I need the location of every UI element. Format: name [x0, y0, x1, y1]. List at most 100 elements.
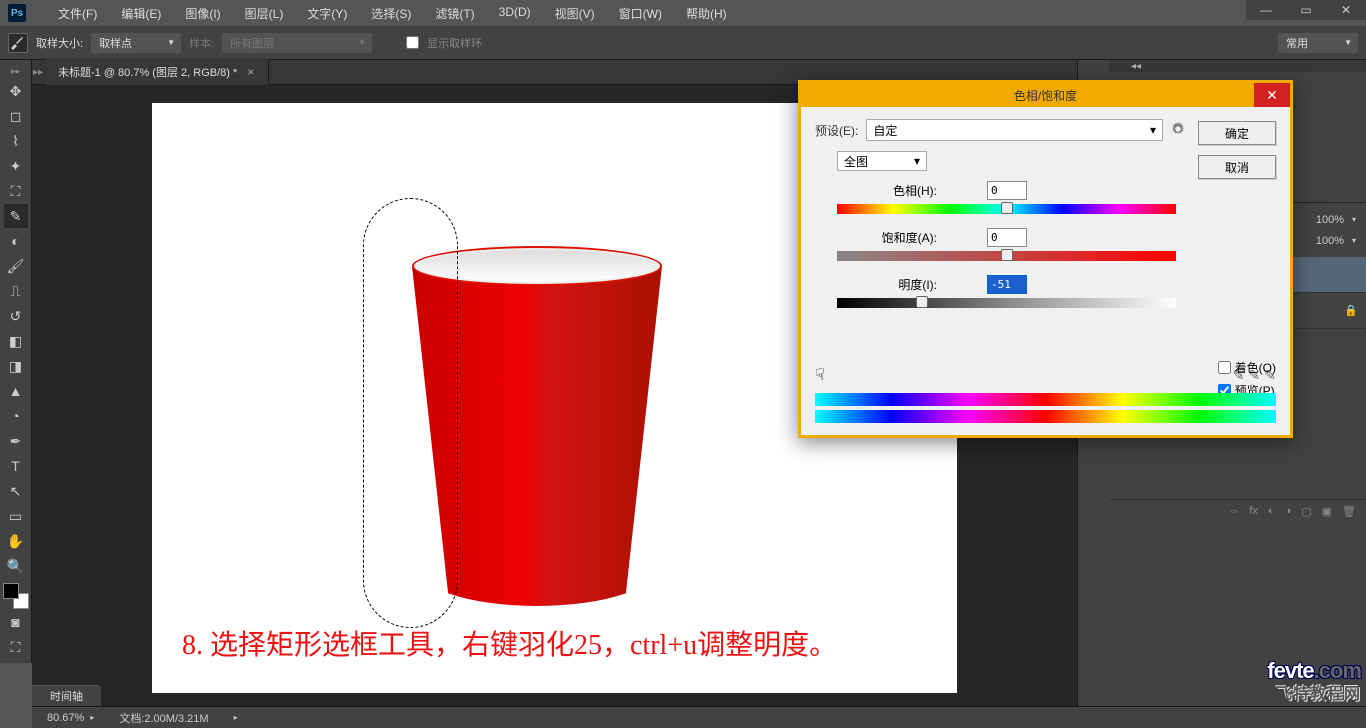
dialog-title: 色相/饱和度	[1014, 87, 1077, 104]
pen-tool[interactable]: ✒	[4, 429, 28, 453]
doc-info-chevron-icon[interactable]: ▸	[234, 713, 238, 722]
watermark: fevte.com 飞特教程网	[1267, 658, 1361, 704]
lock-icon[interactable]: 🔒	[1344, 304, 1358, 317]
eyedropper-tool-icon[interactable]	[8, 33, 28, 53]
hue-input[interactable]	[987, 181, 1027, 200]
eyedropper-tool[interactable]: ✎	[4, 204, 28, 228]
menu-3d[interactable]: 3D(D)	[487, 1, 543, 26]
dialog-title-bar[interactable]: 色相/饱和度 ✕	[801, 83, 1290, 107]
opacity-value-1[interactable]: 100%	[1304, 214, 1344, 226]
menu-help[interactable]: 帮助(H)	[674, 1, 739, 26]
colorize-text: 着色(O)	[1235, 359, 1276, 376]
preset-select[interactable]: 自定	[866, 119, 1163, 141]
link-layers-icon[interactable]: ⇔	[1228, 505, 1239, 518]
menu-select[interactable]: 选择(S)	[359, 1, 423, 26]
blur-tool[interactable]: ▲	[4, 379, 28, 403]
menu-window[interactable]: 窗口(W)	[607, 1, 674, 26]
ok-button[interactable]: 确定	[1198, 121, 1276, 145]
menu-layer[interactable]: 图层(L)	[233, 1, 296, 26]
minimize-button[interactable]: —	[1246, 0, 1286, 20]
tab-close-icon[interactable]: ×	[247, 65, 254, 79]
move-tool[interactable]: ✥	[4, 79, 28, 103]
cancel-button[interactable]: 取消	[1198, 155, 1276, 179]
hue-saturation-dialog: 色相/饱和度 ✕ 预设(E): 自定 确定 取消 全图 色相(H): 饱和度(A…	[798, 80, 1293, 438]
gradient-tool[interactable]: ◨	[4, 354, 28, 378]
menu-filter[interactable]: 滤镜(T)	[423, 1, 486, 26]
document-tab-title: 未标题-1 @ 80.7% (图层 2, RGB/8) *	[58, 64, 237, 80]
saturation-slider[interactable]	[837, 251, 1176, 261]
show-sample-ring-checkbox[interactable]	[406, 36, 419, 49]
document-tab[interactable]: 未标题-1 @ 80.7% (图层 2, RGB/8) * ×	[46, 59, 269, 85]
menu-type[interactable]: 文字(Y)	[295, 1, 359, 26]
lightness-input[interactable]	[987, 275, 1027, 294]
zoom-tool[interactable]: 🔍	[4, 554, 28, 578]
sample-select[interactable]: 所有图层	[222, 33, 372, 53]
crop-tool[interactable]: ⛶	[4, 179, 28, 203]
lightness-slider[interactable]	[837, 298, 1176, 308]
text-tool[interactable]: T	[4, 454, 28, 478]
panel-collapse-top[interactable]: ◂◂	[1109, 60, 1366, 72]
maximize-button[interactable]: ▭	[1286, 0, 1326, 20]
spot-heal-tool[interactable]: ◐	[4, 229, 28, 253]
mask-icon[interactable]: ◐	[1268, 505, 1275, 518]
range-select[interactable]: 全图	[837, 151, 927, 171]
trash-icon[interactable]: 🗑	[1342, 505, 1356, 518]
timeline-tab[interactable]: 时间轴	[32, 685, 101, 706]
path-select-tool[interactable]: ↖	[4, 479, 28, 503]
saturation-label: 饱和度(A):	[837, 229, 987, 246]
menu-image[interactable]: 图像(I)	[173, 1, 232, 26]
menu-edit[interactable]: 编辑(E)	[109, 1, 173, 26]
brush-tool[interactable]: 🖌	[4, 254, 28, 278]
menu-file[interactable]: 文件(F)	[46, 1, 109, 26]
eraser-tool[interactable]: ◧	[4, 329, 28, 353]
marquee-selection	[363, 198, 458, 628]
hue-reference-bars	[815, 393, 1276, 423]
colorize-checkbox[interactable]	[1218, 361, 1231, 374]
colorize-checkbox-label[interactable]: 着色(O)	[1218, 359, 1276, 376]
status-bar: 80.67% ▸ 文档:2.00M/3.21M ▸	[32, 706, 1366, 728]
zoom-level: 80.67% ▸	[47, 712, 94, 724]
close-window-button[interactable]: ✕	[1326, 0, 1366, 20]
show-sample-ring-label: 显示取样环	[427, 35, 482, 51]
screen-mode-tool[interactable]: ⛶	[4, 635, 28, 659]
clone-stamp-tool[interactable]: ⎍	[4, 279, 28, 303]
saturation-input[interactable]	[987, 228, 1027, 247]
magic-wand-tool[interactable]: ✦	[4, 154, 28, 178]
fx-icon[interactable]: fx	[1249, 505, 1258, 518]
foreground-background-colors[interactable]	[3, 583, 29, 609]
marquee-tool[interactable]: ◻	[4, 104, 28, 128]
shape-tool[interactable]: ▭	[4, 504, 28, 528]
collapse-double-arrow-icon[interactable]: ▸▸	[4, 64, 28, 78]
menu-view[interactable]: 视图(V)	[543, 1, 607, 26]
doc-info: 文档:2.00M/3.21M	[119, 710, 208, 726]
sample-size-select[interactable]: 取样点	[91, 33, 181, 53]
history-brush-tool[interactable]: ↺	[4, 304, 28, 328]
quick-mask-tool[interactable]: ◙	[4, 610, 28, 634]
layers-footer: ⇔ fx ◐ ◑ ▢ ▣ 🗑	[1109, 499, 1366, 523]
dodge-tool[interactable]: ◔	[4, 404, 28, 428]
fill-adjust-icon[interactable]: ◑	[1285, 505, 1292, 518]
hue-slider[interactable]	[837, 204, 1176, 214]
lasso-tool[interactable]: ⌇	[4, 129, 28, 153]
opacity-value-2[interactable]: 100%	[1304, 235, 1344, 247]
sample-size-label: 取样大小:	[36, 35, 83, 51]
hue-label: 色相(H):	[837, 182, 987, 199]
scrubby-slider-icon[interactable]: ☟	[815, 365, 825, 385]
foreground-color-swatch[interactable]	[3, 583, 19, 599]
options-bar: 取样大小: 取样点 样本: 所有图层 显示取样环 常用	[0, 26, 1366, 60]
zoom-value[interactable]: 80.67%	[47, 712, 84, 724]
dialog-close-button[interactable]: ✕	[1254, 83, 1290, 107]
workspace-select[interactable]: 常用	[1278, 33, 1358, 53]
sample-label: 样本:	[189, 35, 214, 51]
preset-label: 预设(E):	[815, 122, 858, 139]
app-logo: Ps	[8, 4, 26, 22]
menubar: 文件(F) 编辑(E) 图像(I) 图层(L) 文字(Y) 选择(S) 滤镜(T…	[46, 1, 739, 26]
hand-tool[interactable]: ✋	[4, 529, 28, 553]
annotation-text: 8. 选择矩形选框工具，右键羽化25，ctrl+u调整明度。	[182, 623, 837, 663]
group-icon[interactable]: ▢	[1301, 505, 1311, 518]
new-layer-icon[interactable]: ▣	[1322, 505, 1332, 518]
toolbox: ▸▸ ✥ ◻ ⌇ ✦ ⛶ ✎ ◐ 🖌 ⎍ ↺ ◧ ◨ ▲ ◔ ✒ T ↖ ▭ ✋…	[0, 60, 32, 663]
preset-options-gear-icon[interactable]	[1171, 122, 1185, 139]
zoom-chevron-icon[interactable]: ▸	[90, 713, 94, 722]
collapse-left-icon[interactable]: ▸▸	[32, 60, 44, 85]
